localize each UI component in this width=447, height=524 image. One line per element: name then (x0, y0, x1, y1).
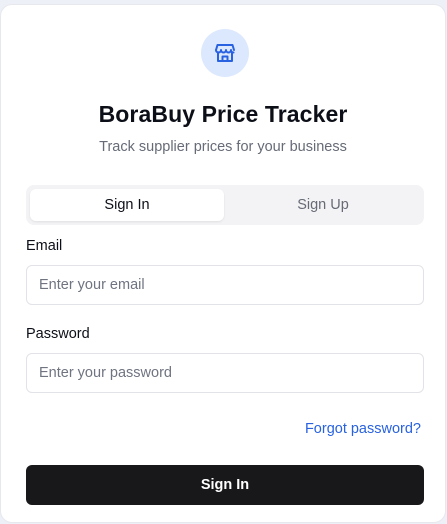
password-label: Password (26, 326, 90, 342)
email-label: Email (26, 238, 63, 254)
password-field[interactable] (26, 353, 424, 393)
app-title: BoraBuy Price Tracker (98, 101, 348, 127)
tab-sign-in[interactable]: Sign In (30, 189, 224, 221)
sign-in-button[interactable]: Sign In (26, 465, 424, 505)
auth-tabs: Sign In Sign Up (26, 185, 424, 225)
app-subtitle: Track supplier prices for your business (99, 139, 347, 155)
store-icon (213, 41, 237, 65)
tab-sign-up[interactable]: Sign Up (226, 189, 420, 221)
auth-card: BoraBuy Price Tracker Track supplier pri… (0, 4, 446, 523)
logo-badge (201, 29, 249, 77)
email-field[interactable] (26, 265, 424, 305)
forgot-password-link[interactable]: Forgot password? (305, 421, 421, 437)
